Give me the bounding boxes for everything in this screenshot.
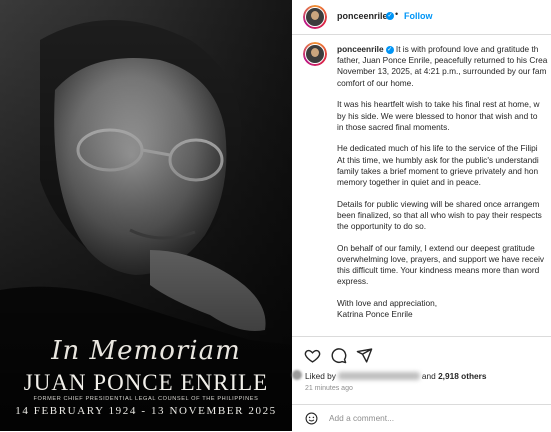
- share-icon[interactable]: [356, 347, 373, 364]
- comment-icon[interactable]: [330, 347, 347, 364]
- emoji-icon[interactable]: [305, 412, 318, 425]
- username-link[interactable]: ponceenrile: [337, 11, 388, 21]
- liker-avatar: [292, 370, 302, 380]
- likes-prefix: Liked by: [305, 371, 336, 381]
- avatar[interactable]: [303, 5, 327, 29]
- portrait-image: [0, 0, 292, 431]
- caption-paragraph: On behalf of our family, I extend our de…: [337, 242, 545, 287]
- liker-username-blurred[interactable]: [337, 372, 420, 380]
- caption-username[interactable]: ponceenrile: [337, 44, 384, 54]
- memoriam-script-text: In Memoriam: [51, 336, 241, 366]
- caption-paragraph: ponceenrile ✓ It is with profound love an…: [337, 44, 548, 88]
- post-timestamp[interactable]: 21 minutes ago: [305, 385, 353, 392]
- post-header: ponceenrile ✓ • Follow: [292, 0, 551, 35]
- comment-box: [292, 404, 551, 432]
- heart-icon[interactable]: [304, 347, 321, 364]
- post-panel: ponceenrile ✓ • Follow ponceenrile ✓ It i…: [292, 0, 551, 431]
- memorial-photo: In Memoriam JUAN PONCE ENRILE FORMER CHI…: [0, 0, 292, 431]
- post-caption: ponceenrile ✓ It is with profound love an…: [337, 44, 551, 331]
- follow-button[interactable]: Follow: [404, 11, 433, 21]
- likes-count[interactable]: 2,918 others: [438, 371, 486, 381]
- caption-paragraph: It was his heartfelt wish to take his fi…: [337, 99, 540, 132]
- likes-joiner: and: [421, 371, 436, 381]
- caption-paragraph: Details for public viewing will be share…: [337, 198, 542, 232]
- memoriam-name: JUAN PONCE ENRILE: [23, 370, 269, 395]
- caption-paragraph: With love and appreciation, Katrina Ponce…: [337, 298, 438, 320]
- memoriam-dates: 14 FEBRUARY 1924 - 13 NOVEMBER 2025: [15, 405, 277, 417]
- separator-dot: •: [395, 9, 399, 19]
- verified-icon: ✓: [385, 45, 394, 54]
- comment-input[interactable]: [329, 413, 529, 423]
- likes-summary: Liked by and 2,918 others: [292, 370, 487, 381]
- caption-paragraph: He dedicated much of his life to the ser…: [337, 143, 539, 188]
- post-actions: Liked by and 2,918 others 21 minutes ago: [292, 336, 551, 397]
- caption-avatar[interactable]: [303, 42, 327, 66]
- memoriam-title: FORMER CHIEF PRESIDENTIAL LEGAL COUNSEL …: [33, 396, 259, 402]
- verified-icon: ✓: [386, 12, 394, 20]
